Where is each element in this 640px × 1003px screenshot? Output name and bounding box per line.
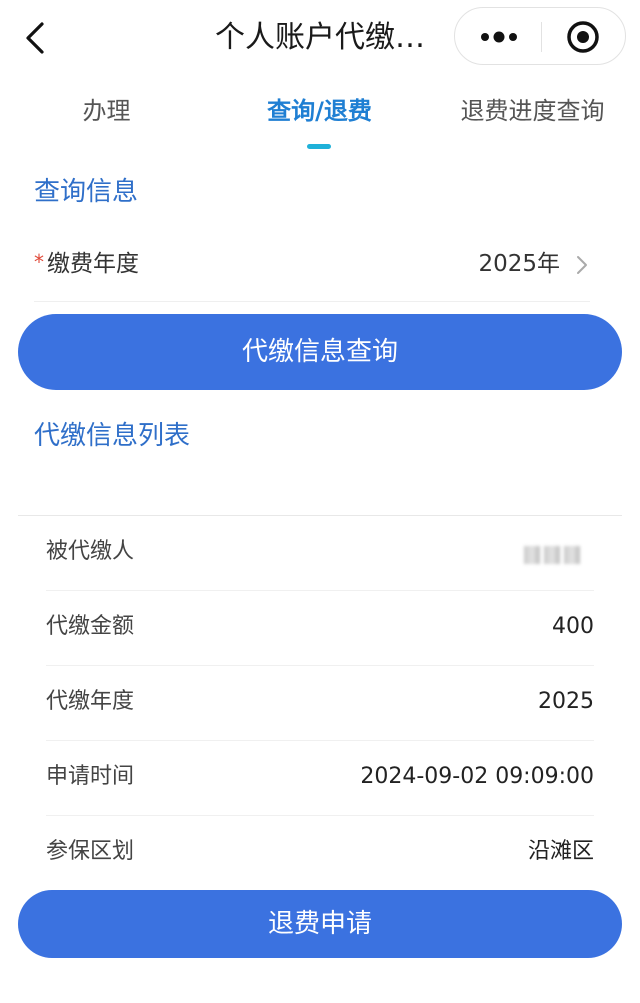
info-value: 2025 xyxy=(538,689,594,714)
page: 个人账户代缴… 办理 查询/退费 退费进度查询 查询信息 * 缴费年度 2025… xyxy=(0,0,640,1003)
query-button[interactable]: 代缴信息查询 xyxy=(18,314,622,390)
info-value: 2024-09-02 09:09:00 xyxy=(360,764,594,789)
tab-query-refund[interactable]: 查询/退费 xyxy=(213,94,426,128)
tab-handle[interactable]: 办理 xyxy=(0,94,213,128)
more-button[interactable] xyxy=(455,8,541,66)
close-button[interactable] xyxy=(542,8,627,66)
info-value: 400 xyxy=(552,614,594,639)
payment-year-field[interactable]: * 缴费年度 2025年 xyxy=(34,244,590,302)
payment-year-label: 缴费年度 xyxy=(47,251,139,277)
active-tab-indicator xyxy=(307,144,331,149)
chevron-right-icon xyxy=(577,256,587,274)
info-row-year: 代缴年度 2025 xyxy=(46,666,594,741)
info-key: 参保区划 xyxy=(46,839,135,864)
more-dots-icon xyxy=(481,31,517,43)
info-row-payee: 被代缴人 xyxy=(46,516,594,591)
info-row-amount: 代缴金额 400 xyxy=(46,591,594,666)
payee-name-redacted xyxy=(524,535,594,575)
payment-info-list: 被代缴人 代缴金额 400 代缴年度 2025 申请时间 2024-09-02 … xyxy=(18,516,622,891)
payment-year-value: 2025年 xyxy=(478,251,560,277)
target-circle-icon xyxy=(567,21,599,53)
tab-bar: 办理 查询/退费 退费进度查询 xyxy=(0,84,640,154)
info-row-district: 参保区划 沿滩区 xyxy=(46,816,594,891)
info-value: 沿滩区 xyxy=(527,839,594,864)
info-key: 被代缴人 xyxy=(46,539,135,564)
required-mark: * xyxy=(34,250,44,274)
nav-header: 个人账户代缴… xyxy=(0,0,640,76)
list-section-title: 代缴信息列表 xyxy=(34,421,191,451)
info-key: 申请时间 xyxy=(46,764,135,789)
info-key: 代缴金额 xyxy=(46,614,135,639)
info-row-apply-time: 申请时间 2024-09-02 09:09:00 xyxy=(46,741,594,816)
tab-refund-progress[interactable]: 退费进度查询 xyxy=(426,94,639,128)
info-key: 代缴年度 xyxy=(46,689,135,714)
query-section-title: 查询信息 xyxy=(34,177,139,207)
mini-program-capsule xyxy=(454,7,626,65)
redacted-text xyxy=(524,541,594,564)
refund-apply-button[interactable]: 退费申请 xyxy=(18,890,622,958)
